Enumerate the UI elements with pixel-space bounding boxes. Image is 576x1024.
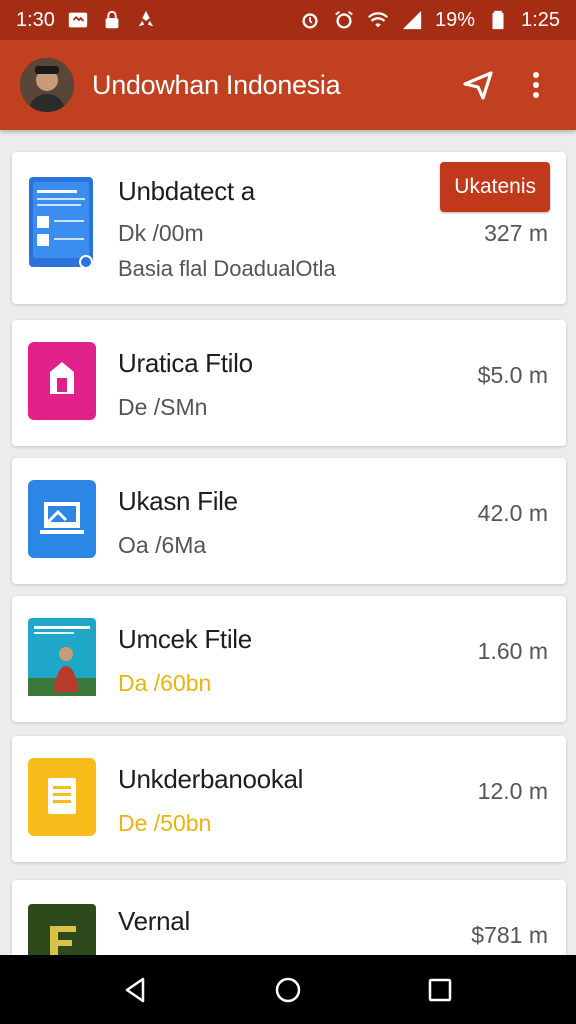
status-time-left: 1:30 [16, 8, 55, 31]
item-description: Basia flal DoadualOtla [118, 256, 336, 281]
item-subtitle: Dk /00m [118, 220, 204, 246]
send-icon [463, 71, 493, 100]
status-bar: 1:30 19% 1:25 [0, 0, 576, 40]
avatar[interactable] [20, 58, 74, 112]
item-title: Vernal [118, 906, 190, 936]
item-subtitle: Oa /6Ma [118, 532, 207, 558]
item-title: Umcek Ftile [118, 624, 252, 654]
list-item[interactable]: Uratica Ftilo De /SMn $5.0 m [12, 320, 566, 446]
notification-lock-icon [101, 9, 123, 31]
battery-icon [487, 9, 509, 31]
list-item[interactable]: Ukasn File Oa /6Ma 42.0 m [12, 458, 566, 584]
send-button[interactable] [458, 65, 498, 105]
item-size: $5.0 m [477, 362, 548, 388]
status-right: 19% 1:25 [299, 9, 560, 32]
item-title: Unkderbanookal [118, 764, 304, 794]
recents-icon [428, 978, 452, 1001]
item-size: 42.0 m [477, 500, 548, 526]
list-item[interactable]: Unkderbanookal De /50bn 12.0 m [12, 736, 566, 862]
back-icon [125, 977, 145, 1002]
alarm-clock-icon [333, 9, 355, 31]
notification-rocket-icon [135, 9, 157, 31]
notification-photo-icon [67, 9, 89, 31]
update-button[interactable]: Ukatenis [440, 162, 550, 212]
item-title: Unbdatect a [118, 176, 255, 206]
recents-button[interactable] [420, 970, 460, 1010]
navigation-bar [0, 955, 576, 1024]
battery-percent: 19% [435, 8, 476, 31]
status-time-right: 1:25 [521, 8, 560, 31]
image-thumbnail-icon [28, 618, 96, 696]
item-size: 1.60 m [477, 638, 548, 664]
item-title: Ukasn File [118, 486, 238, 516]
list-item[interactable]: Umcek Ftile Da /60bn 1.60 m [12, 596, 566, 722]
app-title: Undowhan Indonesia [92, 69, 341, 100]
app-thumbnail-icon [28, 342, 96, 420]
item-title: Uratica Ftilo [118, 348, 253, 378]
back-button[interactable] [116, 970, 156, 1010]
alarm-icon [299, 9, 321, 31]
list-item[interactable]: Unbdatect a Dk /00m Basia flal DoadualOt… [12, 152, 566, 304]
signal-icon [401, 9, 423, 31]
app-bar: Undowhan Indonesia [0, 40, 576, 130]
home-button[interactable] [268, 970, 308, 1010]
file-thumbnail-icon [28, 480, 96, 558]
more-vert-icon [533, 72, 539, 98]
item-size: 327 m [484, 220, 548, 246]
more-options-button[interactable] [516, 65, 556, 105]
document-thumbnail-icon [28, 176, 94, 270]
notes-thumbnail-icon [28, 758, 96, 836]
wifi-icon [367, 9, 389, 31]
item-size: $781 m [471, 922, 548, 948]
item-size: 12.0 m [477, 778, 548, 804]
item-subtitle: Da /60bn [118, 670, 212, 696]
item-subtitle: De /50bn [118, 810, 212, 836]
item-subtitle: De /SMn [118, 394, 208, 420]
status-left: 1:30 [16, 9, 157, 32]
home-icon [275, 977, 301, 1002]
